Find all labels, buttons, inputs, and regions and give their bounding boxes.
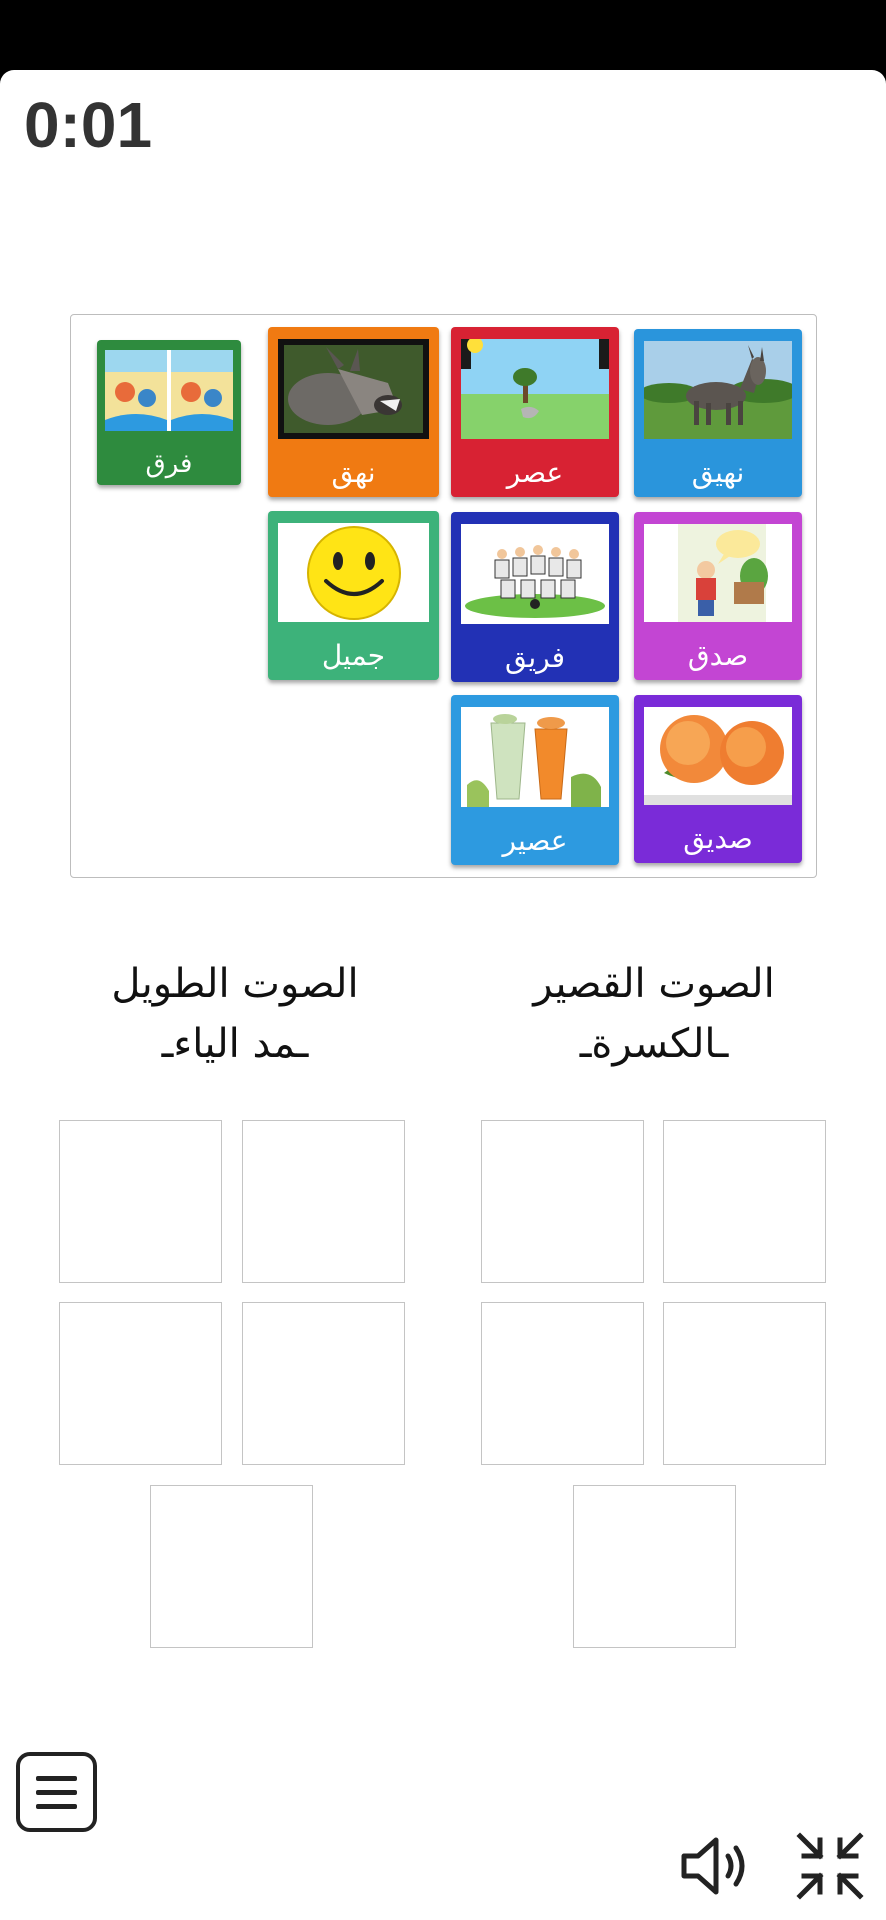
card-label: جميل: [321, 639, 386, 672]
card-asir[interactable]: عصير: [451, 695, 619, 865]
card-label: نهق: [331, 456, 376, 489]
drop-slot-long-2[interactable]: [242, 1120, 405, 1283]
card-nahiq[interactable]: نهيق: [634, 329, 802, 497]
drop-slot-short-2[interactable]: [663, 1120, 826, 1283]
drop-slot-short-5[interactable]: [573, 1485, 736, 1648]
category-long-line1: الصوت الطويل: [111, 961, 359, 1007]
card-farq[interactable]: فرق: [97, 340, 241, 485]
speaker-icon: [681, 1837, 745, 1895]
drop-slot-long-4[interactable]: [242, 1302, 405, 1465]
card-sadaqa[interactable]: صدق: [634, 512, 802, 680]
football-team-photo-icon: [461, 524, 609, 624]
truth-speech-bubble-icon: [644, 524, 792, 622]
drop-slot-short-4[interactable]: [663, 1302, 826, 1465]
afternoon-sun-scene-icon: [461, 339, 609, 439]
braying-donkey-photo-icon: [278, 339, 429, 439]
card-pool: نهيق عصر نهق فرق صدق فريق جميل صديق عصير: [70, 314, 817, 878]
card-label: عصير: [502, 824, 568, 857]
sound-button[interactable]: [676, 1826, 756, 1906]
donkey-photo-icon: [644, 341, 792, 439]
category-long-line2: ـمد الياءـ: [161, 1021, 309, 1067]
timer: 0:01: [24, 89, 153, 161]
card-label: فريق: [505, 641, 565, 674]
smiley-face-icon: [278, 523, 429, 622]
card-fariq[interactable]: فريق: [451, 512, 619, 682]
card-nahaqa[interactable]: نهق: [268, 327, 439, 497]
menu-icon-bar: [36, 1790, 77, 1795]
card-label: فرق: [145, 449, 193, 479]
game-screen: 0:01 نهيق عصر نهق فرق صدق فريق جميل صديق…: [0, 70, 886, 1920]
menu-button[interactable]: [16, 1752, 97, 1832]
card-label: صديق: [683, 822, 753, 855]
peaches-photo-icon: [644, 707, 792, 805]
category-short-line1: الصوت القصير: [533, 961, 775, 1007]
spot-the-difference-picture-icon: [105, 350, 233, 431]
card-jamil[interactable]: جميل: [268, 511, 439, 680]
card-sadiq[interactable]: صديق: [634, 695, 802, 863]
juice-glasses-photo-icon: [461, 707, 609, 807]
drop-slot-short-3[interactable]: [481, 1302, 644, 1465]
category-long-title: الصوت الطويل ـمد الياءـ: [35, 954, 435, 1074]
menu-icon-bar: [36, 1804, 77, 1809]
card-asr[interactable]: عصر: [451, 327, 619, 497]
card-label: صدق: [687, 639, 749, 672]
drop-slot-long-3[interactable]: [59, 1302, 222, 1465]
menu-icon: [36, 1776, 77, 1781]
category-short-line2: ـالكسرةـ: [579, 1021, 729, 1067]
card-label: نهيق: [691, 456, 745, 489]
card-label: عصر: [506, 456, 564, 489]
exit-fullscreen-icon: [796, 1832, 864, 1900]
drop-slot-long-5[interactable]: [150, 1485, 313, 1648]
category-short-title: الصوت القصير ـالكسرةـ: [454, 954, 854, 1074]
exit-fullscreen-button[interactable]: [790, 1826, 870, 1906]
drop-slot-long-1[interactable]: [59, 1120, 222, 1283]
drop-slot-short-1[interactable]: [481, 1120, 644, 1283]
